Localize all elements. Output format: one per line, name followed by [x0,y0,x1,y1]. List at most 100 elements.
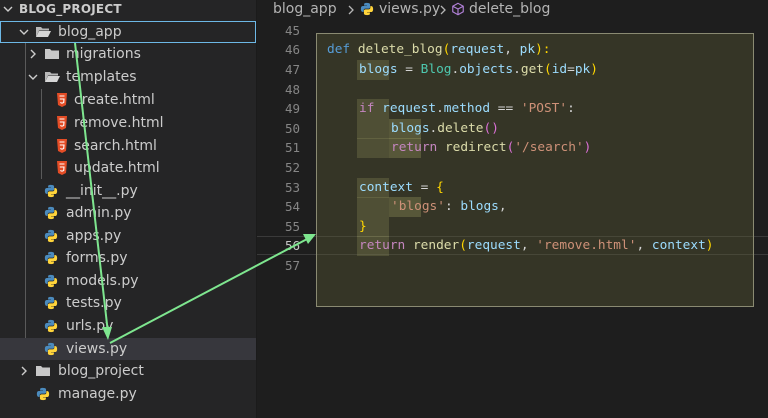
html5-file-icon [57,116,67,130]
chevron-right-icon [21,366,27,376]
tree-item-blog-app[interactable]: blog_app [0,21,256,43]
explorer-sidebar: BLOG_PROJECT blog_app migrations templat… [0,0,256,418]
tree-item-manage-py[interactable]: manage.py [0,383,256,405]
tree-item-apps-py[interactable]: apps.py [0,225,256,247]
python-file-icon [44,319,58,333]
line-number: 54 [284,199,300,214]
tree-item-label: models.py [66,273,139,289]
token-bracket: { [436,180,444,195]
line-number: 45 [284,23,300,38]
code-line-47[interactable]: blogs = Blog.objects.get(id=pk) [359,60,598,80]
tree-item-urls-py[interactable]: urls.py [0,315,256,337]
python-file-icon [44,206,58,220]
token-punct: : [444,199,461,214]
folder-open-icon [36,27,51,37]
tree-item-init-py[interactable]: __init__.py [0,180,256,202]
chevron-right-icon [440,5,446,15]
tree-item-forms-py[interactable]: forms.py [0,247,256,269]
code-editor[interactable]: blog_app views.py delete_blog 45 46 47 4… [257,0,768,418]
token-bracket: () [483,121,499,136]
token-punct: , [636,238,652,253]
token-punct: . [436,101,444,116]
line-number: 51 [284,140,300,155]
code-line-50[interactable]: blogs.delete() [391,119,499,139]
token-variable: request [382,101,437,116]
chevron-down-icon [19,29,29,35]
tree-item-label: apps.py [66,228,122,244]
python-file-icon [44,251,58,265]
token-op: == [490,101,521,116]
tree-item-create-html[interactable]: create.html [0,89,256,111]
tree-item-migrations[interactable]: migrations [0,43,256,65]
tree-item-search-html[interactable]: search.html [0,135,256,157]
line-number: 47 [284,62,300,77]
python-file-icon [44,229,58,243]
code-line-49[interactable]: if request.method == 'POST': [359,99,575,119]
token-param: pk [519,42,536,57]
tree-item-admin-py[interactable]: admin.py [0,202,256,224]
python-file-icon [44,296,58,310]
code-line-46[interactable]: def delete_blog(request, pk): [327,40,551,60]
tree-item-tests-py[interactable]: tests.py [0,292,256,314]
tree-item-label: create.html [74,92,155,108]
tree-item-label: manage.py [58,386,137,402]
token-string: '/search' [514,140,584,155]
indent-marker [357,138,389,158]
token-control: return [359,238,406,253]
line-number: 48 [284,82,300,97]
code-line-54[interactable]: 'blogs': blogs, [391,197,507,217]
tree-item-remove-html[interactable]: remove.html [0,112,256,134]
symbol-method-icon [452,2,464,16]
tree-item-label: update.html [74,160,160,176]
html5-file-icon [57,161,67,175]
token-op: = [397,62,421,77]
chevron-down-icon [3,6,13,12]
breadcrumb-item-file[interactable]: views.py [379,1,440,17]
token-function: redirect [444,140,507,155]
token-punct: , [520,238,537,253]
tree-item-blog-project[interactable]: blog_project [0,360,256,382]
folder-open-icon [45,72,60,82]
token-variable: blogs [391,121,430,136]
token-bracket: ) [705,238,714,253]
code-line-51[interactable]: return redirect('/search') [391,138,591,158]
explorer-header[interactable]: BLOG_PROJECT [0,0,256,20]
tree-item-label: urls.py [66,318,114,334]
token-op: = [567,62,575,77]
tree-item-label: search.html [74,138,157,154]
breadcrumb: blog_app views.py delete_blog [257,0,768,20]
line-number: 52 [284,160,300,175]
python-file-icon [44,184,58,198]
tree-item-models-py[interactable]: models.py [0,270,256,292]
indent-marker [357,119,389,139]
token-punct: : [567,101,575,116]
code-line-53[interactable]: context = { [359,178,444,198]
token-variable: blogs [460,199,499,214]
token-variable: blogs [359,62,398,77]
folder-icon [36,366,50,376]
line-number: 46 [284,42,300,57]
token-bracket: } [359,219,367,234]
breadcrumb-item-folder[interactable]: blog_app [273,1,337,17]
token-bracket: ) [583,140,592,155]
token-string: 'blogs' [391,199,445,214]
chevron-right-icon [30,49,36,59]
indent-marker [357,197,389,217]
breadcrumb-item-symbol[interactable]: delete_blog [469,1,550,17]
python-file-icon [44,274,58,288]
line-number-active: 56 [284,238,300,253]
tree-item-update-html[interactable]: update.html [0,157,256,179]
token-keyword: def [327,42,351,57]
line-number: 50 [284,121,300,136]
tree-item-templates[interactable]: templates [0,66,256,88]
chevron-down-icon [28,74,38,80]
tree-item-label: templates [66,69,137,85]
token-bracket: ( [543,62,552,77]
tree-item-views-py[interactable]: views.py [0,338,256,360]
token-variable: context [359,180,413,195]
tree-item-label: blog_project [58,363,144,379]
token-string: 'remove.html' [536,238,637,253]
code-line-56[interactable]: return render(request, 'remove.html', co… [359,236,714,256]
code-line-55[interactable]: } [359,217,367,237]
